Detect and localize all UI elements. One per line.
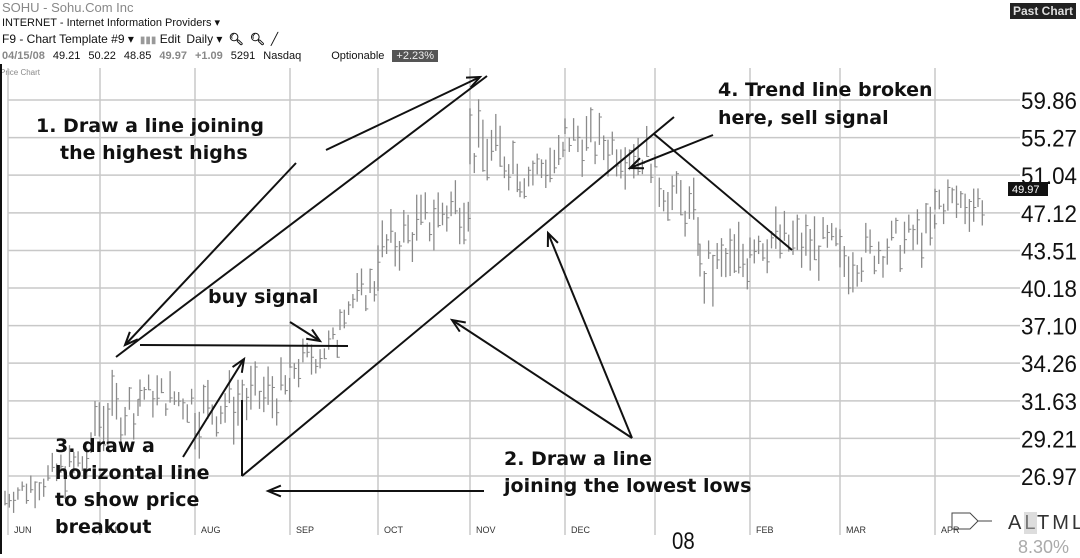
year-label: 08	[672, 528, 695, 555]
last-price-marker: 49.97	[1008, 182, 1048, 196]
horizontal-line-arrow	[182, 358, 245, 458]
buy-signal-arrow	[289, 321, 321, 342]
altml-m: M	[1052, 512, 1072, 534]
annotation-a3-line: horizontal line	[55, 462, 210, 484]
altml-l2: L	[1072, 512, 1080, 534]
y-tick-label: 37.10	[1021, 314, 1077, 341]
annotation-a1-line: 1. Draw a line joining	[36, 115, 264, 137]
y-tick-label: 26.97	[1021, 464, 1077, 491]
buy-signal-arrow-head	[306, 328, 323, 343]
altml-l: L	[1024, 512, 1037, 534]
annotation-a3-line: 3. draw a	[55, 435, 155, 457]
x-tick-label: APR	[941, 525, 960, 535]
price-chart: JUN JUL AUG SEP OCT NOV DEC FEB MAR APR 59.8655.2…	[0, 64, 1077, 554]
annotation-a2-line: joining the lowest lows	[503, 475, 751, 497]
annotation-texts: 1. Draw a line joining the highest highs 2…	[36, 79, 933, 538]
annotation-a5-line: buy signal	[208, 286, 318, 308]
x-tick-label: AUG	[201, 525, 221, 535]
x-tick-label: FEB	[756, 525, 774, 535]
x-tick-label: MAR	[846, 525, 867, 535]
altml-percent: 8.30%	[1018, 537, 1070, 557]
lows-arrow-left	[451, 319, 633, 439]
x-tick-label: NOV	[476, 525, 496, 535]
y-tick-label: 29.21	[1021, 426, 1077, 453]
altml-indicator: ALTML	[1008, 512, 1080, 535]
broken-trend-line	[653, 133, 793, 251]
x-tick-label: JUN	[14, 525, 32, 535]
y-tick-label: 59.86	[1021, 88, 1077, 115]
lows-arrow-up	[547, 232, 633, 439]
x-tick-label: SEP	[296, 525, 314, 535]
annotation-a4-line: here, sell signal	[718, 107, 889, 129]
y-tick-label: 47.12	[1021, 201, 1077, 228]
y-tick-label: 55.27	[1021, 126, 1077, 153]
altml-t: T	[1036, 512, 1053, 534]
sell-signal-arrow	[629, 134, 714, 169]
x-tick-label: OCT	[384, 525, 404, 535]
breakout-horizontal-line	[139, 344, 349, 347]
y-tick-label: 40.18	[1021, 276, 1077, 303]
last-price-label: 49.97	[1012, 184, 1040, 196]
horizontal-line-arrow-head	[231, 356, 246, 373]
y-tick-label: 31.63	[1021, 389, 1077, 416]
highs-arrow-left	[124, 162, 297, 346]
annotation-a1-line: the highest highs	[60, 142, 248, 164]
y-tick-label: 43.51	[1021, 238, 1077, 265]
y-axis: 59.8655.2751.0447.1243.5140.1837.1034.26…	[1021, 88, 1077, 491]
altml-a: A	[1008, 512, 1025, 534]
annotation-a4-line: 4. Trend line broken	[718, 79, 933, 101]
y-tick-label: 34.26	[1021, 351, 1077, 378]
x-tick-label: DEC	[571, 525, 591, 535]
annotation-a2-line: 2. Draw a line	[504, 448, 652, 470]
annotation-a3-line: breakout	[55, 516, 151, 538]
x-axis: JUN JUL AUG SEP OCT NOV DEC FEB MAR APR	[14, 525, 960, 535]
annotation-a3-line: to show price	[55, 489, 199, 511]
